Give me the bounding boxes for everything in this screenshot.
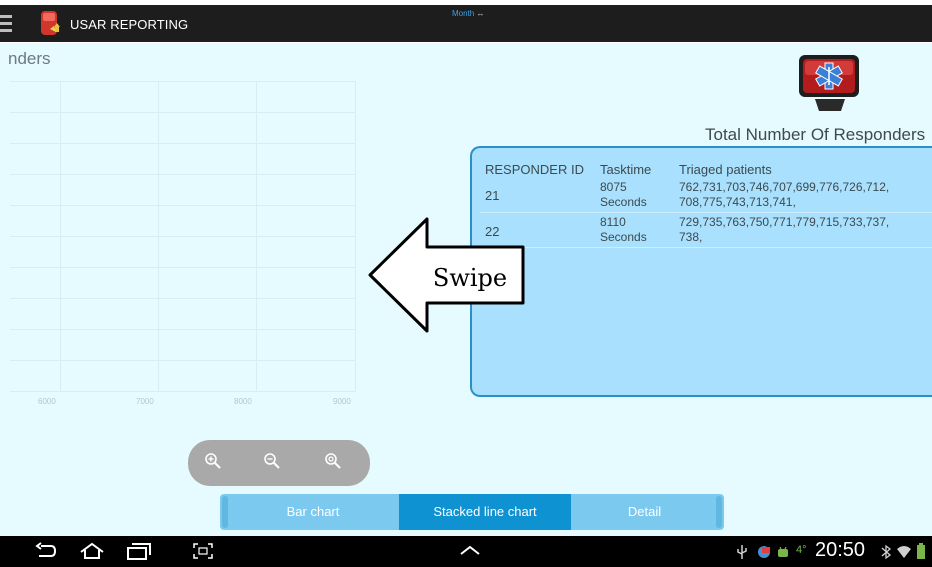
temperature-value: 4° <box>796 544 807 556</box>
responder-table-panel: RESPONDER ID Tasktime Triaged patients 2… <box>470 146 932 397</box>
period-label: Month <box>452 9 475 18</box>
grid-line <box>10 360 356 361</box>
triaged-patients: 738, <box>679 230 703 244</box>
recent-apps-icon[interactable] <box>126 542 152 560</box>
triaged-patients: 729,735,763,750,771,779,715,733,737, <box>679 215 890 229</box>
app-logo-icon[interactable] <box>38 7 64 39</box>
tab-detail[interactable]: Detail <box>571 494 718 530</box>
tasktime-value: 8075 <box>600 180 627 194</box>
x-tick-label: 7000 <box>136 397 154 406</box>
wifi-icon <box>897 546 911 558</box>
grid-line <box>10 391 356 392</box>
grid-line <box>355 81 356 392</box>
grid-line <box>10 143 356 144</box>
grid-line <box>10 112 356 113</box>
tasktime-value: 8110 <box>600 215 626 229</box>
action-bar: USAR REPORTING Month ↔ <box>0 5 932 42</box>
ems-tablet-logo-icon <box>799 55 859 111</box>
grid-line <box>10 236 356 237</box>
tasktime-unit: Seconds <box>600 195 647 209</box>
x-tick-label: 8000 <box>234 397 252 406</box>
temperature-icon <box>778 546 788 557</box>
column-header-tasktime: Tasktime <box>600 162 652 177</box>
line-chart-plot[interactable] <box>10 81 356 392</box>
chart-tabs: Bar chart Stacked line chart Detail <box>220 494 724 530</box>
bluetooth-icon <box>881 544 892 560</box>
menu-icon[interactable] <box>0 15 12 33</box>
column-header-responder-id: RESPONDER ID <box>485 162 584 177</box>
zoom-out-icon[interactable] <box>263 452 281 470</box>
grid-line <box>10 174 356 175</box>
tab-edge <box>716 496 722 528</box>
row-divider <box>480 247 932 248</box>
triaged-patients: 762,731,703,746,707,699,776,726,712, <box>679 180 890 194</box>
period-dropdown[interactable]: Month ↔ <box>452 9 484 18</box>
android-icon <box>758 546 770 558</box>
usb-icon <box>737 545 747 559</box>
column-header-triaged-patients: Triaged patients <box>679 162 772 177</box>
grid-line <box>10 267 356 268</box>
tasktime-unit: Seconds <box>600 230 647 244</box>
tab-bar-chart[interactable]: Bar chart <box>228 494 398 530</box>
tab-stacked-line-chart[interactable]: Stacked line chart <box>399 494 571 530</box>
clock: 20:50 <box>815 539 866 561</box>
panel-title: Total Number Of Responders <box>705 125 926 144</box>
grid-line <box>60 81 61 392</box>
zoom-controls <box>188 440 370 486</box>
zoom-in-icon[interactable] <box>204 452 222 470</box>
swipe-label: Swipe <box>433 264 507 292</box>
period-arrow: ↔ <box>476 9 485 18</box>
swipe-arrow-icon: Swipe <box>368 217 525 333</box>
grid-line <box>10 329 356 330</box>
system-nav-bar: 4° 20:50 <box>0 536 932 567</box>
responder-id: 21 <box>485 188 500 203</box>
back-icon[interactable] <box>35 542 57 560</box>
home-icon[interactable] <box>79 542 105 560</box>
screen: USAR REPORTING Month ↔ nders 6000 7000 8… <box>0 0 932 567</box>
grid-line <box>10 81 356 82</box>
row-divider <box>480 212 932 213</box>
app-title: USAR REPORTING <box>70 17 189 32</box>
x-tick-label: 9000 <box>333 397 351 406</box>
left-chart-title: nders <box>8 49 51 68</box>
screenshot-icon[interactable] <box>192 542 214 560</box>
grid-line <box>10 298 356 299</box>
grid-line <box>256 81 257 392</box>
zoom-reset-icon[interactable] <box>324 452 342 470</box>
grid-line <box>158 81 159 392</box>
up-chevron-icon[interactable] <box>458 542 482 558</box>
triaged-patients: 708,775,743,713,741, <box>679 195 796 209</box>
x-tick-label: 6000 <box>38 397 56 406</box>
battery-icon <box>917 543 925 559</box>
grid-line <box>10 205 356 206</box>
